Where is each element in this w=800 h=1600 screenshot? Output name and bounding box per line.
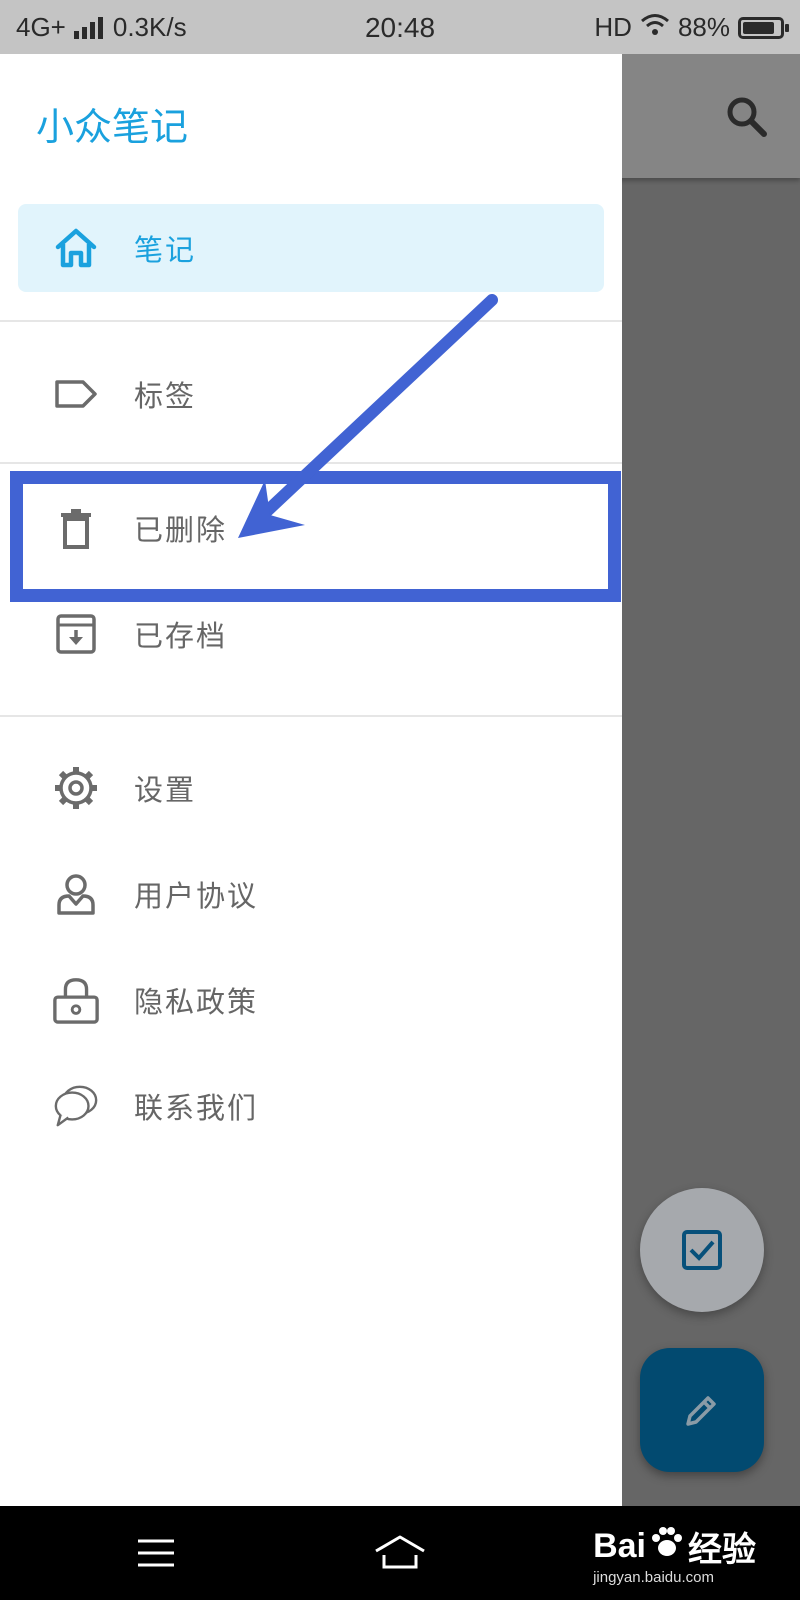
- paw-icon: [650, 1525, 684, 1568]
- drawer-item-tags[interactable]: 标签: [0, 350, 622, 438]
- drawer-item-label: 设置: [134, 773, 197, 807]
- drawer-item-privacy-policy[interactable]: 隐私政策: [0, 956, 622, 1044]
- status-right: HD 88%: [594, 12, 789, 43]
- new-note-fab[interactable]: [640, 1348, 764, 1472]
- hd-indicator: HD: [594, 12, 632, 42]
- drawer-item-settings[interactable]: 设置: [0, 744, 622, 832]
- navigation-bar: Bai 经验 jingyan.baidu.com: [0, 1506, 800, 1600]
- watermark-brand: Bai: [593, 1527, 646, 1565]
- search-icon: [727, 97, 767, 137]
- pencil-icon: [686, 1396, 716, 1426]
- menu-icon: [138, 1539, 174, 1567]
- user-icon: [52, 870, 100, 918]
- baidu-jingyan-watermark: Bai 经验 jingyan.baidu.com: [593, 1522, 756, 1586]
- drawer-item-user-agreement[interactable]: 用户协议: [0, 850, 622, 938]
- archive-icon: [52, 610, 100, 658]
- drawer-item-deleted[interactable]: 已删除: [0, 484, 622, 572]
- search-button[interactable]: [722, 92, 770, 140]
- home-icon: [52, 224, 100, 272]
- battery-percent: 88%: [677, 12, 730, 42]
- drawer-item-label: 联系我们: [134, 1091, 259, 1125]
- drawer-item-archived[interactable]: 已存档: [0, 590, 622, 678]
- battery-icon: [738, 16, 789, 39]
- watermark-url: jingyan.baidu.com: [593, 1569, 714, 1586]
- tag-icon: [52, 370, 100, 418]
- divider: [0, 715, 622, 717]
- home-button[interactable]: [370, 1528, 430, 1578]
- status-bar: 4G+ 0.3K/s 20:48 HD 88%: [0, 0, 800, 54]
- battery-fill: [743, 21, 775, 34]
- drawer-item-notes[interactable]: 笔记: [18, 204, 604, 292]
- home-outline-icon: [375, 1535, 425, 1569]
- trash-icon: [52, 504, 100, 552]
- checklist-fab[interactable]: [640, 1188, 764, 1312]
- gear-icon: [52, 764, 100, 812]
- checkbox-icon: [682, 1230, 722, 1270]
- lock-icon: [52, 976, 100, 1024]
- drawer-item-label: 用户协议: [134, 879, 259, 913]
- watermark-brand-suffix: 经验: [688, 1531, 756, 1569]
- navigation-drawer: 小众笔记 笔记 标签 已删除 已存档 设置 用户协议 隐私政策 联系我们: [0, 54, 622, 1506]
- drawer-item-label: 标签: [134, 379, 197, 413]
- chat-bubbles-icon: [52, 1082, 100, 1130]
- drawer-item-label: 已删除: [134, 513, 228, 547]
- drawer-title: 小众笔记: [36, 105, 189, 149]
- drawer-item-label: 隐私政策: [134, 985, 259, 1019]
- menu-button[interactable]: [126, 1528, 186, 1578]
- divider: [0, 462, 622, 464]
- drawer-item-label: 已存档: [134, 619, 228, 653]
- wifi-icon: [640, 12, 670, 43]
- divider: [0, 320, 622, 322]
- drawer-item-label: 笔记: [134, 233, 197, 267]
- drawer-item-contact-us[interactable]: 联系我们: [0, 1062, 622, 1150]
